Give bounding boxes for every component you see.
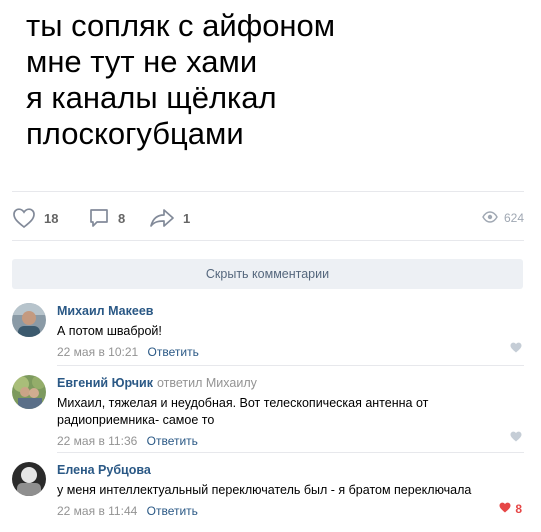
views-counter: 624 — [482, 205, 524, 231]
comment: Елена Рубцова у меня интеллектуальный пе… — [12, 462, 524, 522]
comment-author[interactable]: Елена Рубцова — [57, 463, 151, 477]
reply-link[interactable]: Ответить — [147, 434, 198, 448]
comment-body: Елена Рубцова у меня интеллектуальный пе… — [57, 462, 524, 519]
hide-comments-button[interactable]: Скрыть комментарии — [12, 259, 523, 289]
comment-icon — [88, 207, 110, 229]
eye-icon — [482, 210, 498, 226]
divider — [57, 452, 524, 453]
comment-like-button[interactable] — [510, 340, 522, 358]
share-arrow-icon — [149, 207, 175, 229]
comment-date[interactable]: 22 мая в 11:36 — [57, 434, 137, 448]
comment-author[interactable]: Евгений Юрчик — [57, 376, 153, 390]
reply-link[interactable]: Ответить — [147, 504, 198, 518]
comment-footer: 22 мая в 10:21 Ответить — [57, 344, 524, 360]
like-count: 18 — [44, 210, 59, 226]
post-image-caption: ты сопляк с айфоном мне тут не хами я ка… — [26, 8, 335, 152]
views-count: 624 — [503, 211, 524, 225]
comment-like-button[interactable]: 8 — [499, 500, 522, 518]
reply-link[interactable]: Ответить — [148, 345, 199, 359]
caption-line: мне тут не хами — [26, 44, 258, 79]
post-image[interactable]: ты сопляк с айфоном мне тут не хами я ка… — [0, 0, 541, 190]
avatar[interactable] — [12, 462, 46, 496]
comment-date[interactable]: 22 мая в 11:44 — [57, 504, 137, 518]
comment: Михаил Макеев А потом шваброй! 22 мая в … — [12, 303, 524, 359]
comment-footer: 22 мая в 11:36 Ответить — [57, 433, 524, 449]
reply-to-label[interactable]: ответил Михаилу — [157, 376, 257, 390]
caption-line: ты сопляк с айфоном — [26, 8, 336, 43]
comment-text: А потом шваброй! — [57, 324, 162, 338]
comment-text: у меня интеллектуальный переключатель бы… — [57, 483, 472, 497]
caption-line: я каналы щёлкал — [26, 80, 277, 115]
comment-text: Михаил, тяжелая и неудобная. Вот телеско… — [57, 396, 429, 427]
divider — [57, 365, 524, 366]
avatar[interactable] — [12, 375, 46, 409]
heart-icon — [510, 429, 522, 447]
like-button[interactable]: 18 — [12, 205, 58, 231]
comment-button[interactable]: 8 — [88, 205, 125, 231]
share-button[interactable]: 1 — [149, 205, 190, 231]
heart-icon — [499, 500, 511, 518]
comment-like-button[interactable] — [510, 429, 522, 447]
comment-count: 8 — [118, 210, 126, 226]
comment-header: Елена Рубцова — [57, 462, 524, 478]
comment-body: Михаил Макеев А потом шваброй! 22 мая в … — [57, 303, 524, 360]
comment-header: Евгений Юрчик ответил Михаилу — [57, 375, 524, 391]
comment-author[interactable]: Михаил Макеев — [57, 304, 153, 318]
comment: Евгений Юрчик ответил Михаилу Михаил, тяж… — [12, 375, 524, 448]
heart-icon — [12, 207, 36, 229]
comment-date[interactable]: 22 мая в 10:21 — [57, 345, 138, 359]
share-count: 1 — [183, 210, 191, 226]
divider — [12, 191, 524, 192]
comment-body: Евгений Юрчик ответил Михаилу Михаил, тяж… — [57, 375, 524, 449]
comment-like-count: 8 — [515, 502, 522, 516]
comment-header: Михаил Макеев — [57, 303, 524, 319]
avatar[interactable] — [12, 303, 46, 337]
divider — [12, 240, 524, 241]
comment-footer: 22 мая в 11:44 Ответить — [57, 503, 524, 519]
post-actions-bar: 18 8 1 624 — [12, 205, 524, 231]
heart-icon — [510, 340, 522, 358]
caption-line: плоскогубцами — [26, 116, 244, 151]
